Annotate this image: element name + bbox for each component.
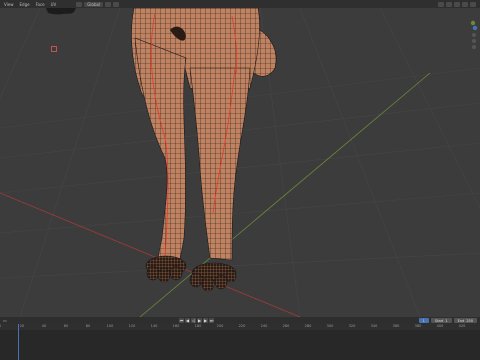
viewport-scene (0, 8, 480, 317)
frame-tick-label: 160 (172, 324, 180, 328)
transform-orientation-dropdown[interactable]: Global (84, 1, 104, 7)
timeline-area[interactable]: 0 20 40 60 80 100 120 140 160 180 200 220 240 260 280 3… (0, 324, 480, 360)
frame-tick-label: 360 (392, 324, 400, 328)
menu-uv[interactable]: UV (49, 2, 59, 7)
header-right-icons (438, 1, 476, 7)
overlay-toggle-icon[interactable] (454, 1, 460, 7)
menu-face[interactable]: Face (34, 2, 47, 7)
frame-tick-label: 120 (128, 324, 136, 328)
prev-keyframe-icon[interactable]: ◀ (185, 318, 190, 323)
navigation-gizmo[interactable] (464, 18, 478, 52)
timeline-header: ▭ ⏮ ◀ ◁ ▶ ▶ ⏭ 1 Start 1 End 250 (0, 317, 480, 324)
hand-mesh-partial (46, 8, 76, 15)
timeline-editor-icon[interactable]: ▭ (3, 318, 7, 323)
3d-viewport[interactable] (0, 8, 480, 317)
zoom-icon[interactable] (472, 33, 476, 37)
menu-view[interactable]: View (2, 2, 16, 7)
jump-start-icon[interactable]: ⏮ (179, 318, 184, 323)
current-frame-field[interactable]: 1 (418, 318, 429, 323)
frame-tick-label: 220 (238, 324, 246, 328)
frame-tick-label: 180 (194, 324, 202, 328)
frame-tick-label: 40 (41, 324, 47, 328)
playback-controls: ⏮ ◀ ◁ ▶ ▶ ⏭ (179, 318, 214, 323)
left-paw (145, 255, 187, 283)
end-label: End (457, 318, 465, 323)
z-axis-gizmo-icon[interactable] (472, 25, 478, 31)
frame-tick-label: 380 (414, 324, 422, 328)
xray-toggle-icon[interactable] (462, 1, 468, 7)
gizmo-toggle-icon[interactable] (446, 1, 452, 7)
frame-tick-label: 80 (85, 324, 91, 328)
frame-tick-label: 320 (348, 324, 356, 328)
frame-tick-label: 260 (282, 324, 290, 328)
right-paw (189, 262, 237, 292)
frame-tick-label: 60 (63, 324, 69, 328)
start-label: Start (434, 318, 444, 323)
frame-tick-label: 280 (304, 324, 312, 328)
visibility-icon[interactable] (438, 1, 444, 7)
y-axis-gizmo-icon[interactable] (470, 20, 476, 26)
playhead[interactable] (18, 324, 19, 360)
end-value: 250 (466, 318, 473, 323)
end-frame-field[interactable]: End 250 (453, 318, 477, 323)
frame-tick-label: 140 (150, 324, 158, 328)
timeline-menus: ▭ (3, 318, 7, 323)
pivot-icon[interactable] (76, 1, 83, 7)
frame-tick-label: 0 (0, 324, 1, 328)
frame-tick-label: 100 (106, 324, 114, 328)
frame-tick-label: 400 (436, 324, 444, 328)
transform-controls: Global (76, 1, 120, 7)
3d-cursor-icon[interactable] (51, 46, 57, 52)
frame-tick-label: 420 (458, 324, 466, 328)
snap-icon[interactable] (105, 1, 112, 7)
camera-view-icon[interactable] (472, 45, 476, 49)
frame-tick-label: 200 (216, 324, 224, 328)
frame-tick-label: 340 (370, 324, 378, 328)
start-frame-field[interactable]: Start 1 (430, 318, 452, 323)
jump-end-icon[interactable]: ⏭ (209, 318, 214, 323)
start-value: 1 (445, 318, 448, 323)
viewport-header: View Edge Face UV Global (0, 0, 480, 8)
frame-tick-label: 300 (326, 324, 334, 328)
proportional-edit-icon[interactable] (113, 1, 120, 7)
mesh-object[interactable] (131, 8, 277, 292)
next-keyframe-icon[interactable]: ▶ (203, 318, 208, 323)
play-reverse-icon[interactable]: ◁ (191, 318, 196, 323)
pan-icon[interactable] (472, 39, 476, 43)
shading-mode-icon[interactable] (470, 1, 476, 7)
frame-tick-label: 20 (19, 324, 25, 328)
menu-edge[interactable]: Edge (18, 2, 32, 7)
frame-ruler[interactable]: 0 20 40 60 80 100 120 140 160 180 200 220 240 260 280 3… (0, 324, 480, 330)
play-icon[interactable]: ▶ (197, 318, 202, 323)
frame-range: 1 Start 1 End 250 (418, 318, 477, 323)
blender-window: View Edge Face UV Global ▭ ⏮ ◀ ◁ ▶ ▶ ⏭ 1… (0, 0, 480, 360)
frame-tick-label: 240 (260, 324, 268, 328)
